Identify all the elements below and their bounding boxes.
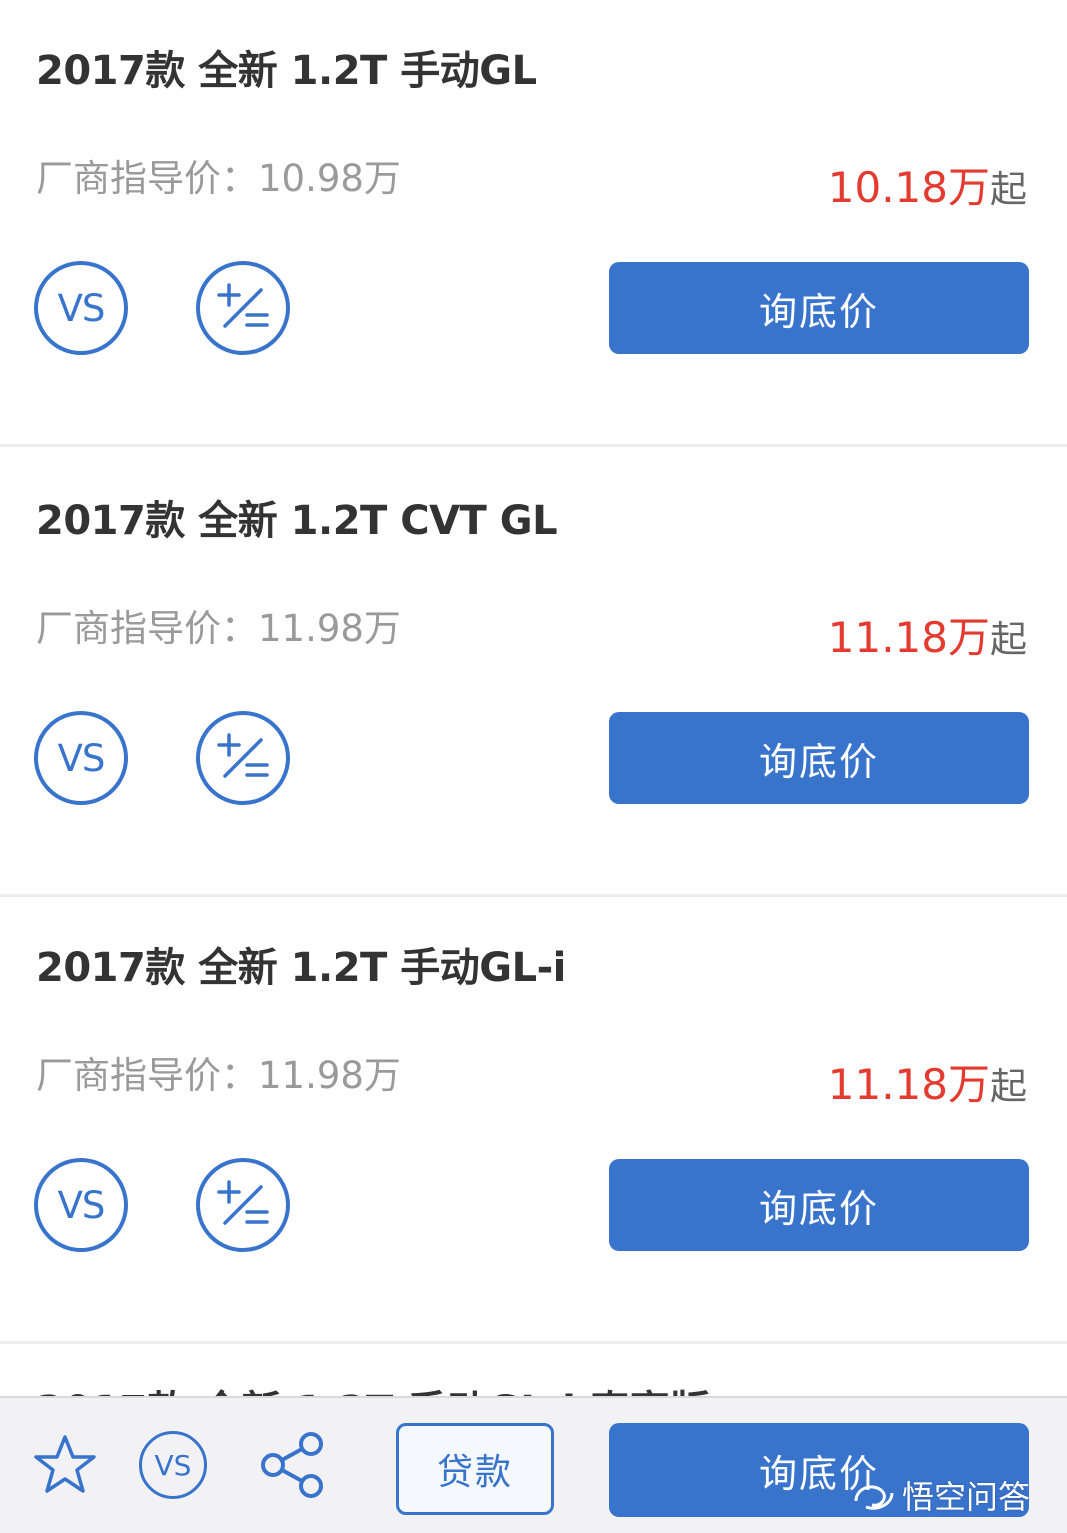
dealer-price: 11.18万起 — [828, 604, 1027, 665]
dealer-price-suffix: 起 — [990, 1065, 1027, 1108]
calculator-button[interactable] — [196, 261, 290, 355]
watermark: 悟空问答 — [852, 1470, 1030, 1520]
trim-title: 2017款 全新 1.2T 手动GL — [36, 48, 537, 94]
dealer-price: 11.18万起 — [828, 1051, 1027, 1112]
ask-price-button[interactable]: 询底价 — [609, 1159, 1029, 1251]
share-icon[interactable] — [258, 1430, 328, 1500]
loan-button[interactable]: 贷款 — [396, 1423, 554, 1515]
guide-price-value: 10.98万 — [258, 157, 401, 200]
vs-icon: VS — [57, 736, 106, 780]
dealer-price-value: 10.18万 — [827, 163, 990, 212]
compare-button[interactable]: VS — [34, 261, 128, 355]
ask-price-button[interactable]: 询底价 — [609, 712, 1029, 804]
guide-price-value: 11.98万 — [258, 607, 401, 650]
trim-title: 2017款 全新 1.2T 手动GL-i — [36, 945, 566, 991]
calculator-button[interactable] — [196, 1158, 290, 1252]
compare-button[interactable]: VS — [34, 1158, 128, 1252]
trim-title: 2017款 全新 1.2T CVT GL — [36, 498, 558, 544]
guide-price: 厂商指导价：11.98万 — [36, 1045, 401, 1099]
page: 2017款 全新 1.2T 手动GL 厂商指导价：10.98万 10.18万起 … — [0, 0, 1067, 1533]
guide-price-value: 11.98万 — [258, 1054, 401, 1097]
trim-card: 2017款 全新 1.2T 手动GL-i 厂商指导价：11.98万 11.18万… — [0, 897, 1067, 1344]
dealer-price-value: 11.18万 — [827, 1060, 990, 1109]
dealer-price-suffix: 起 — [990, 168, 1027, 211]
dealer-price-value: 11.18万 — [827, 613, 990, 662]
trim-card: 2017款 全新 1.2T CVT GL 厂商指导价：11.98万 11.18万… — [0, 450, 1067, 897]
guide-price: 厂商指导价：11.98万 — [36, 598, 401, 652]
watermark-text: 悟空问答 — [902, 1478, 1031, 1516]
vs-icon: VS — [57, 1183, 106, 1227]
compare-button[interactable]: VS — [34, 711, 128, 805]
calculator-icon — [217, 283, 269, 328]
guide-price-label: 厂商指导价： — [36, 607, 258, 650]
guide-price-label: 厂商指导价： — [36, 157, 258, 200]
vs-icon: VS — [57, 286, 106, 330]
dealer-price: 10.18万起 — [828, 154, 1027, 215]
trim-title-partial: 2017款 全新 1.2T 手动GL-i 真享版 — [36, 1378, 710, 1398]
calculator-icon — [217, 1180, 269, 1225]
guide-price: 厂商指导价：10.98万 — [36, 148, 401, 202]
trim-card: 2017款 全新 1.2T 手动GL 厂商指导价：10.98万 10.18万起 … — [0, 0, 1067, 447]
guide-price-label: 厂商指导价： — [36, 1054, 258, 1097]
vs-icon: VS — [154, 1448, 192, 1482]
calculator-button[interactable] — [196, 711, 290, 805]
star-icon[interactable] — [32, 1432, 98, 1498]
wukong-logo-icon — [854, 1485, 894, 1510]
calculator-icon — [217, 733, 269, 778]
ask-price-button[interactable]: 询底价 — [609, 262, 1029, 354]
dealer-price-suffix: 起 — [990, 618, 1027, 661]
compare-bar-button[interactable]: VS — [139, 1431, 207, 1499]
